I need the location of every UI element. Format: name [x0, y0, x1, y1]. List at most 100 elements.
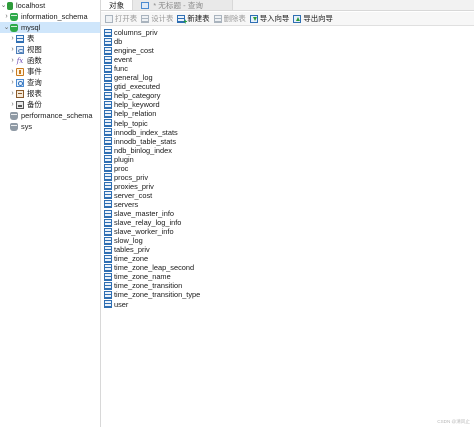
expand-chevron-icon[interactable]: › — [9, 77, 16, 88]
table-item[interactable]: time_zone_transition — [104, 281, 182, 290]
nav-item[interactable]: › 事件 — [0, 66, 100, 77]
table-item[interactable]: innodb_table_stats — [104, 137, 176, 146]
table-item-label: procs_priv — [114, 172, 149, 182]
table-item[interactable]: slave_master_info — [104, 209, 174, 218]
database-icon — [10, 111, 18, 120]
nav-item[interactable]: › fx 函数 — [0, 55, 100, 66]
expand-chevron-icon[interactable]: › — [9, 66, 16, 77]
table-item-label: time_zone_name — [114, 272, 171, 282]
table-item[interactable]: slave_worker_info — [104, 227, 174, 236]
table-item-label: server_cost — [114, 190, 153, 200]
table-item-label: servers — [114, 199, 139, 209]
table-item[interactable]: help_topic — [104, 119, 148, 128]
table-item[interactable]: proxies_priv — [104, 182, 154, 191]
table-icon — [104, 128, 112, 137]
open-table-button[interactable]: 打开表 — [105, 13, 137, 25]
nav-item-label: 视图 — [27, 45, 42, 54]
nav-item-label: 表 — [27, 34, 35, 43]
table-item[interactable]: innodb_index_stats — [104, 128, 178, 137]
new-table-button[interactable]: 新建表 — [177, 13, 210, 26]
table-item[interactable]: slow_log — [104, 236, 143, 245]
nav-item[interactable]: › information_schema — [0, 11, 100, 22]
table-icon — [104, 28, 112, 37]
table-item-label: time_zone_leap_second — [114, 263, 195, 273]
collapse-chevron-icon[interactable]: ⌄ — [0, 0, 7, 11]
nav-item[interactable]: › 查询 — [0, 77, 100, 88]
table-item[interactable]: help_category — [104, 91, 160, 100]
expand-chevron-icon[interactable]: › — [9, 44, 16, 55]
expand-chevron-icon[interactable]: › — [9, 99, 16, 110]
delete-table-button[interactable]: 删除表 — [213, 13, 246, 25]
table-item-label: innodb_index_stats — [114, 127, 178, 137]
table-item-label: event — [114, 55, 133, 65]
table-item[interactable]: slave_relay_log_info — [104, 218, 181, 227]
table-item[interactable]: proc — [104, 164, 128, 173]
table-item-label: time_zone_transition — [114, 281, 183, 291]
export-wizard-button[interactable]: 导出向导 — [293, 13, 333, 25]
table-item-label: tables_priv — [114, 245, 150, 255]
navigation-tree: ⌄ localhost › information_schema ⌄ mysql › 表 ›… — [0, 0, 101, 427]
nav-item[interactable]: › 报表 — [0, 88, 100, 99]
tab-query-label: * 无标题 - 查询 — [153, 0, 203, 10]
table-item[interactable]: time_zone_transition_type — [104, 290, 200, 299]
table-item[interactable]: columns_priv — [104, 28, 158, 37]
table-item[interactable]: help_relation — [104, 109, 156, 118]
table-item[interactable]: tables_priv — [104, 245, 150, 254]
database-icon — [10, 23, 18, 32]
table-item[interactable]: ndb_binlog_index — [104, 146, 172, 155]
table-icon — [104, 55, 112, 64]
nav-item[interactable]: performance_schema — [0, 110, 100, 121]
expand-chevron-icon[interactable]: › — [9, 88, 16, 99]
table-item[interactable]: help_keyword — [104, 100, 160, 109]
connection-node[interactable]: ⌄ localhost — [0, 0, 100, 11]
table-item[interactable]: time_zone — [104, 254, 148, 263]
table-icon — [104, 109, 112, 118]
table-icon — [104, 290, 112, 299]
expand-chevron-icon[interactable]: › — [9, 33, 16, 44]
nav-item[interactable]: ⌄ mysql — [0, 22, 100, 33]
table-item[interactable]: servers — [104, 200, 138, 209]
nav-item-label: 查询 — [27, 78, 42, 87]
backup-icon — [16, 100, 24, 109]
delete-table-icon — [213, 14, 222, 23]
tab-objects[interactable]: 对象 — [101, 0, 134, 10]
table-item[interactable]: time_zone_leap_second — [104, 263, 194, 272]
design-table-button[interactable]: 设计表 — [141, 13, 173, 25]
table-item-label: func — [114, 64, 128, 74]
expand-chevron-icon[interactable]: › — [3, 11, 10, 22]
table-item[interactable]: procs_priv — [104, 173, 148, 182]
table-icon — [104, 146, 112, 155]
table-item-label: engine_cost — [114, 46, 154, 56]
table-item[interactable]: plugin — [104, 155, 134, 164]
table-item[interactable]: general_log — [104, 73, 153, 82]
table-icon — [104, 182, 112, 191]
table-icon — [104, 119, 112, 127]
table-icon — [104, 245, 112, 254]
event-icon — [16, 67, 24, 76]
table-item-label: help_keyword — [114, 100, 160, 110]
table-item[interactable]: user — [104, 300, 128, 309]
table-item[interactable]: db — [104, 37, 122, 46]
nav-item[interactable]: › 视图 — [0, 44, 100, 55]
table-icon — [104, 200, 112, 209]
watermark: CSDN @清风止 — [437, 419, 470, 424]
table-item[interactable]: event — [104, 55, 132, 64]
open-table-icon — [105, 14, 113, 23]
table-item[interactable]: time_zone_name — [104, 272, 171, 281]
expand-chevron-icon[interactable]: › — [9, 55, 16, 66]
table-icon — [104, 191, 112, 200]
table-icon — [104, 73, 112, 82]
table-item[interactable]: gtid_executed — [104, 82, 160, 91]
open-table-label: 打开表 — [115, 14, 138, 23]
import-wizard-button[interactable]: 导入向导 — [249, 13, 289, 25]
collapse-chevron-icon[interactable]: ⌄ — [3, 22, 10, 33]
nav-item-label: mysql — [21, 23, 41, 32]
table-item[interactable]: server_cost — [104, 191, 152, 200]
nav-item[interactable]: › 备份 — [0, 99, 100, 110]
nav-item[interactable]: sys — [0, 121, 100, 132]
tab-untitled-query[interactable]: * 无标题 - 查询 — [133, 0, 234, 10]
table-item[interactable]: engine_cost — [104, 46, 154, 55]
nav-item[interactable]: › 表 — [0, 33, 100, 44]
table-item[interactable]: func — [104, 64, 128, 73]
table-list: columns_priv db engine_cost event func genera… — [101, 27, 474, 427]
